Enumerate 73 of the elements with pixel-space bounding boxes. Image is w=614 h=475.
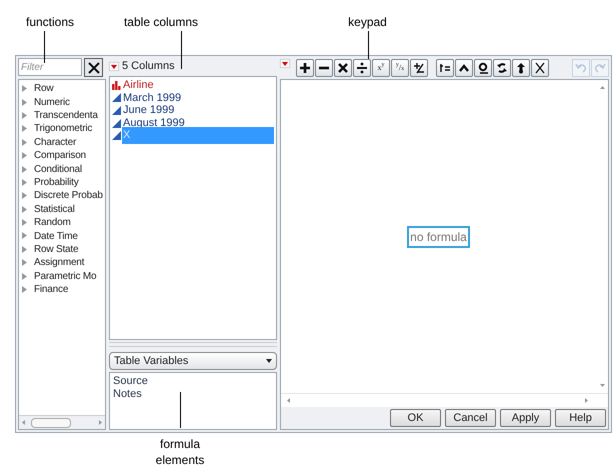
function-category[interactable]: Assignment <box>19 256 105 270</box>
leader-line <box>181 31 182 69</box>
close-icon <box>534 62 546 74</box>
callout-label: functions <box>25 14 75 30</box>
function-category[interactable]: Row State <box>19 242 105 256</box>
leader-line <box>368 31 369 59</box>
divide-icon <box>356 62 368 74</box>
keypad-button[interactable] <box>436 58 454 76</box>
menu-triangle-icon[interactable] <box>109 62 119 70</box>
function-category[interactable]: Trigonometric <box>19 122 105 136</box>
function-category[interactable]: Transcendenta <box>19 108 105 122</box>
keypad-button[interactable] <box>474 58 492 76</box>
scroll-right-icon[interactable] <box>585 398 588 403</box>
clear-button[interactable] <box>84 58 103 77</box>
dialog-button[interactable]: OK <box>390 409 441 427</box>
undo-icon <box>575 62 587 74</box>
keypad-button[interactable] <box>410 58 428 76</box>
bar-chart-icon <box>112 80 121 90</box>
scroll-left-icon[interactable] <box>22 420 25 425</box>
function-category[interactable]: Random <box>19 216 105 230</box>
scroll-up-icon[interactable] <box>600 86 604 89</box>
keypad-button[interactable] <box>493 58 511 76</box>
keypad-button[interactable] <box>353 58 371 76</box>
function-category[interactable]: Conditional <box>19 162 105 176</box>
function-category[interactable]: Statistical <box>19 202 105 216</box>
variable-item[interactable]: Source <box>113 375 273 388</box>
scrollbar-thumb[interactable] <box>31 418 71 428</box>
horizontal-scrollbar[interactable] <box>19 415 105 429</box>
scroll-down-icon[interactable] <box>600 384 604 387</box>
function-category[interactable]: Discrete Probab <box>19 189 105 203</box>
formula-placeholder[interactable]: no formula <box>407 226 470 248</box>
keypad-button[interactable] <box>512 58 530 76</box>
dialog-button[interactable]: Cancel <box>445 409 496 427</box>
lines-icon <box>439 62 451 74</box>
dropdown-arrow-icon <box>266 359 272 363</box>
callout-label: formula elements <box>154 436 206 468</box>
function-category[interactable]: Probability <box>19 176 105 190</box>
keypad-button[interactable] <box>296 58 314 76</box>
menu-triangle-icon[interactable] <box>280 59 290 68</box>
leader-line <box>44 31 45 63</box>
filter-field[interactable]: Filter <box>18 58 82 76</box>
plus-icon <box>299 62 311 74</box>
caret-icon <box>458 62 470 74</box>
swap-icon <box>496 62 508 74</box>
scroll-left-icon[interactable] <box>287 398 290 403</box>
function-category[interactable]: Date Time <box>19 229 105 243</box>
times-icon <box>337 62 349 74</box>
function-category[interactable]: Character <box>19 136 105 149</box>
dialog-button[interactable]: Apply <box>500 409 551 427</box>
keypad-button[interactable] <box>334 58 352 76</box>
keypad-button[interactable]: $^{y}$/$_{x}$ <box>391 58 409 76</box>
leader-line <box>180 392 181 428</box>
function-category[interactable]: Finance <box>19 282 105 296</box>
variable-item[interactable]: Notes <box>113 388 273 400</box>
dialog-button[interactable]: Help <box>555 409 606 427</box>
function-category[interactable]: Parametric Mo <box>19 269 105 283</box>
up-arrow-icon <box>515 62 527 74</box>
column-count: 5 Columns <box>122 58 175 74</box>
keypad-button[interactable]: x$^{y}$ <box>372 58 390 76</box>
formula-area[interactable]: no formula OK Cancel Apply Help <box>280 79 609 430</box>
callout-label: table columns <box>122 14 200 30</box>
variables-dropdown[interactable]: Table Variables <box>109 352 277 370</box>
redo-icon <box>594 62 606 74</box>
callout-label: keypad <box>347 14 388 30</box>
plus-minus-icon <box>413 62 425 74</box>
keypad-button[interactable] <box>455 58 473 76</box>
scroll-right-icon[interactable] <box>99 420 102 425</box>
keypad-button[interactable] <box>531 58 549 76</box>
function-category[interactable]: Numeric <box>19 95 105 109</box>
keypad-button[interactable] <box>315 58 333 76</box>
function-category[interactable]: Row <box>19 82 105 96</box>
function-category[interactable]: Comparison <box>19 148 105 162</box>
close-icon <box>88 62 100 74</box>
